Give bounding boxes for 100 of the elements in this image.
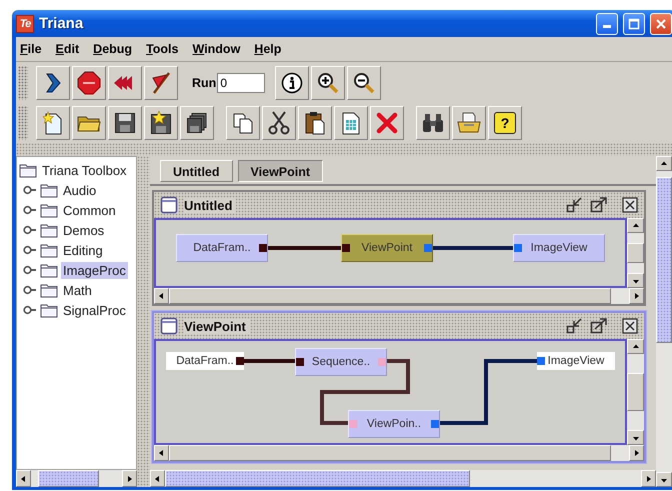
- cut-button[interactable]: [262, 106, 296, 140]
- maximize-icon[interactable]: [590, 197, 608, 213]
- run-button[interactable]: [36, 66, 70, 100]
- scrollbar-thumb[interactable]: [627, 243, 644, 263]
- folder-icon: [40, 182, 58, 198]
- save-all-button[interactable]: [180, 106, 214, 140]
- expand-handle-icon[interactable]: [23, 305, 37, 315]
- flag-button[interactable]: [144, 66, 178, 100]
- scrollbar[interactable]: [16, 470, 137, 487]
- input-port[interactable]: [342, 244, 350, 252]
- folder-icon: [40, 202, 58, 218]
- tree-item[interactable]: Audio: [61, 182, 98, 198]
- stop-sign-icon: [77, 71, 101, 95]
- close-icon[interactable]: [622, 197, 638, 213]
- unit-node[interactable]: ViewPoin..: [348, 410, 440, 438]
- scrollbar[interactable]: [627, 339, 644, 445]
- copy-button[interactable]: [226, 106, 260, 140]
- internal-window-title: ViewPoint: [184, 318, 250, 334]
- tab[interactable]: Untitled: [160, 160, 233, 182]
- folder-icon: [40, 302, 58, 318]
- tree-item[interactable]: Common: [61, 202, 118, 218]
- new-document-icon: [43, 111, 63, 135]
- tab[interactable]: ViewPoint: [238, 160, 324, 182]
- unit-node[interactable]: DataFram..: [176, 234, 268, 262]
- scrollbar[interactable]: [150, 470, 656, 487]
- input-port[interactable]: [537, 357, 545, 365]
- find-button[interactable]: [416, 106, 450, 140]
- menu-item[interactable]: File: [20, 41, 42, 57]
- zoom-in-button[interactable]: [311, 66, 346, 100]
- input-port[interactable]: [296, 358, 304, 366]
- unit-node[interactable]: DataFram..: [166, 352, 244, 370]
- scrollbar[interactable]: [656, 156, 672, 487]
- unit-node[interactable]: ImageView: [513, 234, 605, 262]
- document-button[interactable]: [334, 106, 368, 140]
- print-button[interactable]: [452, 106, 486, 140]
- maximize-icon[interactable]: [590, 318, 608, 334]
- maximize-icon: [628, 18, 640, 30]
- scrollbar-thumb[interactable]: [627, 373, 644, 411]
- clipboard-icon: [304, 111, 326, 135]
- window-icon: [160, 317, 178, 335]
- folder-icon: [40, 242, 58, 258]
- maximize-button[interactable]: [623, 12, 645, 34]
- folder-icon: [40, 282, 58, 298]
- delete-button[interactable]: [370, 106, 404, 140]
- zoom-out-button[interactable]: [347, 66, 382, 100]
- scrollbar-thumb[interactable]: [656, 177, 672, 343]
- expand-handle-icon[interactable]: [23, 205, 37, 215]
- tree-item[interactable]: SignalProc: [61, 302, 128, 318]
- folder-icon: [40, 262, 58, 278]
- binoculars-icon: [421, 112, 445, 134]
- scrollbar-thumb[interactable]: [38, 470, 100, 487]
- tree-item[interactable]: Demos: [61, 222, 106, 238]
- toolbar-grip[interactable]: [18, 66, 28, 100]
- unit-node[interactable]: Sequence..: [295, 348, 387, 376]
- zoom-in-icon: [317, 72, 340, 94]
- unit-node[interactable]: ImageView: [537, 352, 615, 370]
- new-button[interactable]: [36, 106, 70, 140]
- save-as-button[interactable]: [144, 106, 178, 140]
- zoom-out-icon: [353, 72, 376, 94]
- unit-node[interactable]: ViewPoint: [341, 234, 433, 262]
- expand-handle-icon[interactable]: [23, 225, 37, 235]
- input-port[interactable]: [349, 420, 357, 428]
- paste-button[interactable]: [298, 106, 332, 140]
- run-count-field[interactable]: 0: [217, 73, 266, 93]
- expand-handle-icon[interactable]: [23, 245, 37, 255]
- close-button[interactable]: [650, 12, 672, 34]
- folder-icon: [40, 222, 58, 238]
- menu-item[interactable]: Window: [192, 41, 240, 57]
- iconify-icon[interactable]: [566, 318, 584, 334]
- scrollbar[interactable]: [627, 218, 644, 288]
- help-button[interactable]: ?: [488, 106, 522, 140]
- close-icon[interactable]: [622, 318, 638, 334]
- internal-window-title: Untitled: [184, 198, 236, 212]
- info-icon: [281, 72, 304, 94]
- tree-item[interactable]: Math: [61, 282, 94, 298]
- minimize-icon: [603, 25, 611, 28]
- save-button[interactable]: [108, 106, 142, 140]
- scissors-icon: [268, 111, 290, 135]
- menu-item[interactable]: Tools: [146, 41, 178, 57]
- expand-handle-icon[interactable]: [23, 265, 37, 275]
- iconify-icon[interactable]: [566, 197, 584, 213]
- stop-button[interactable]: [72, 66, 106, 100]
- printer-icon: [456, 112, 482, 134]
- tree-item[interactable]: ImageProc: [61, 262, 128, 278]
- tree-item[interactable]: Editing: [61, 242, 105, 258]
- run-label: Run: [192, 76, 216, 90]
- menu-item[interactable]: Edit: [56, 41, 80, 57]
- toolbar-grip[interactable]: [18, 106, 28, 140]
- input-port[interactable]: [514, 244, 522, 252]
- info-button[interactable]: [275, 66, 310, 100]
- expand-handle-icon[interactable]: [23, 285, 37, 295]
- minimize-button[interactable]: [596, 12, 618, 34]
- window-title: Triana: [39, 15, 84, 32]
- scrollbar-thumb[interactable]: [165, 470, 470, 487]
- expand-handle-icon[interactable]: [23, 185, 37, 195]
- tree-root[interactable]: Triana Toolbox: [40, 162, 129, 178]
- open-button[interactable]: [72, 106, 106, 140]
- menu-item[interactable]: Help: [254, 41, 282, 57]
- reset-button[interactable]: [108, 66, 142, 100]
- menu-item[interactable]: Debug: [93, 41, 132, 57]
